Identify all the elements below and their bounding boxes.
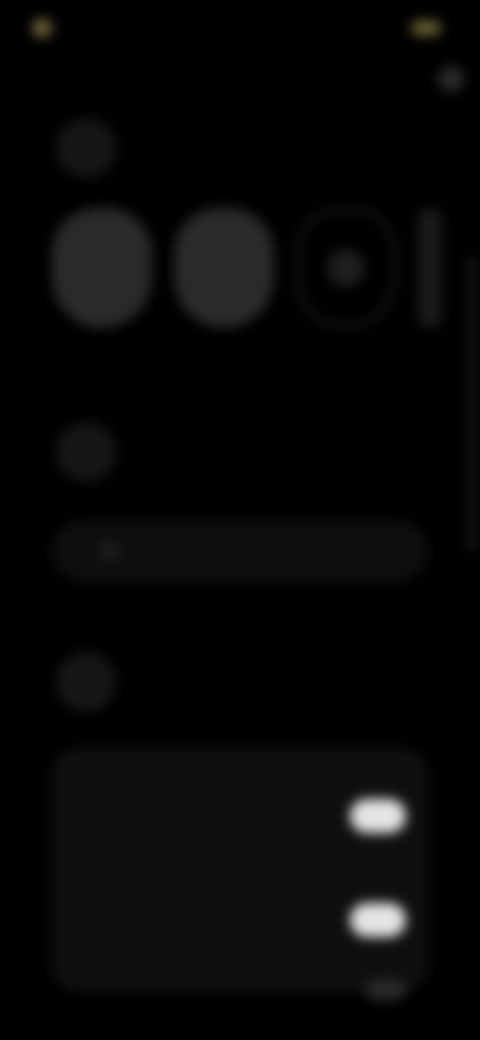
next-tile-partial[interactable] bbox=[418, 208, 442, 328]
controls-section[interactable] bbox=[56, 652, 424, 712]
earbud-right-tile[interactable] bbox=[174, 208, 274, 328]
status-bar bbox=[0, 0, 480, 56]
device-header-texts bbox=[132, 143, 424, 153]
notification-dot-icon bbox=[32, 18, 52, 38]
equalizer-icon bbox=[98, 540, 120, 562]
equalizer-button[interactable] bbox=[52, 520, 428, 582]
case-tile[interactable] bbox=[296, 208, 396, 328]
setting-toggle[interactable] bbox=[366, 980, 406, 1000]
sound-section-texts bbox=[132, 447, 424, 457]
setting-row[interactable] bbox=[74, 972, 406, 1008]
device-header bbox=[56, 118, 424, 178]
setting-toggle[interactable] bbox=[350, 799, 406, 833]
status-left bbox=[32, 18, 62, 38]
setting-toggle[interactable] bbox=[350, 903, 406, 937]
scroll-track[interactable] bbox=[468, 256, 476, 552]
case-icon bbox=[327, 249, 365, 287]
battery-icon bbox=[412, 21, 440, 35]
earbuds-icon bbox=[56, 118, 116, 178]
more-options-icon[interactable] bbox=[438, 66, 464, 92]
settings-card bbox=[52, 748, 428, 1000]
setting-row[interactable] bbox=[74, 764, 406, 868]
sound-icon bbox=[56, 422, 116, 482]
status-right bbox=[404, 21, 440, 35]
earbud-left-tile[interactable] bbox=[52, 208, 152, 328]
touch-icon bbox=[56, 652, 116, 712]
device-tiles bbox=[52, 208, 442, 332]
app-screen bbox=[0, 0, 480, 1040]
controls-section-texts bbox=[132, 677, 424, 687]
sound-section[interactable] bbox=[56, 422, 424, 482]
setting-row[interactable] bbox=[74, 868, 406, 972]
